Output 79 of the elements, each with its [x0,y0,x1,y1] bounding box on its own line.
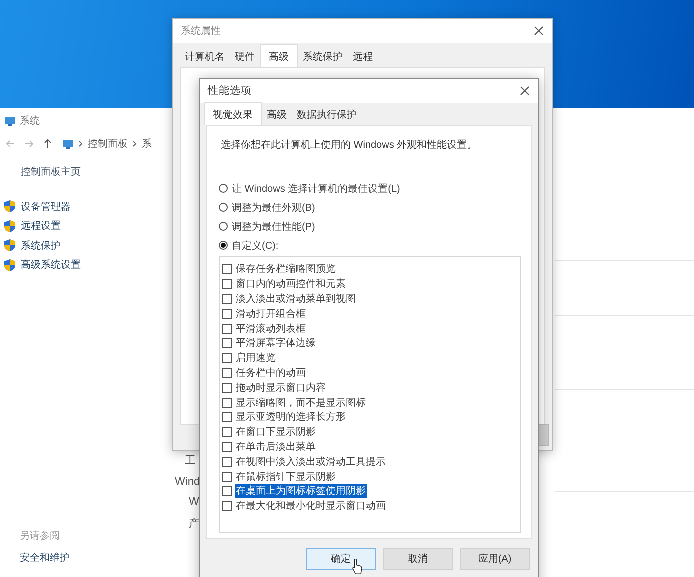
close-icon[interactable] [534,26,544,36]
tab[interactable]: 硬件 [230,47,260,67]
checkbox[interactable] [222,382,232,393]
section-heading: 另请参阅 [20,530,61,543]
checkbox[interactable] [222,427,232,438]
hand-cursor-icon [352,559,363,575]
shield-icon [4,200,16,214]
computer-icon [4,116,16,126]
checkbox-label[interactable]: 任务栏中的动画 [235,366,307,380]
checkbox-label[interactable]: 淡入淡出或滑动菜单到视图 [235,292,357,306]
checkbox-label[interactable]: 在最大化和最小化时显示窗口动画 [235,499,387,514]
tab[interactable]: 计算机名 [180,47,230,67]
computer-icon [62,138,74,150]
checkbox-label[interactable]: 保存任务栏缩略图预览 [235,262,337,276]
dialog-title: 性能选项 [208,84,252,98]
checkbox[interactable] [222,294,232,304]
sidebar-link[interactable]: 系统保护 [21,238,61,253]
checkbox[interactable] [222,338,232,348]
checkbox[interactable] [222,398,232,408]
tab[interactable]: 高级 [260,44,298,67]
checkbox-label[interactable]: 拖动时显示窗口内容 [235,380,327,395]
checkbox-label[interactable]: 在鼠标指针下显示阴影 [235,470,337,484]
checkbox[interactable] [222,442,232,452]
checkbox[interactable] [222,472,232,482]
radio-label[interactable]: 自定义(C): [232,238,279,252]
checkbox[interactable] [222,456,232,467]
window-title: 系统 [20,114,40,128]
checkbox[interactable] [222,486,232,496]
checkbox-label[interactable]: 在桌面上为图标标签使用阴影 [235,484,367,498]
chevron-icon [79,141,83,147]
radio-button[interactable] [219,241,228,250]
shield-icon [4,258,16,272]
partial-text: 产 [189,516,200,531]
chevron-icon [133,141,137,147]
tab[interactable]: 视觉效果 [204,102,262,125]
partial-text: 工 [185,454,196,468]
checkbox-label[interactable]: 窗口内的动画控件和元素 [235,277,347,292]
checkbox[interactable] [222,264,232,274]
checkbox[interactable] [222,501,232,512]
tab[interactable]: 数据执行保护 [292,105,362,125]
sidebar-link[interactable]: 远程设置 [21,219,61,234]
dialog-title: 系统属性 [181,24,221,38]
radio-button[interactable] [219,222,228,231]
breadcrumb-item[interactable]: 系 [142,137,152,151]
dialog-button[interactable]: 应用(A) [460,548,530,570]
tab[interactable]: 远程 [348,47,378,67]
checkbox-label[interactable]: 显示缩略图，而不是显示图标 [235,396,367,410]
shield-icon [4,239,16,252]
checkbox[interactable] [222,412,232,422]
radio-button[interactable] [219,203,228,212]
checkbox[interactable] [222,308,232,319]
up-arrow-icon[interactable] [44,139,52,149]
checkbox-label[interactable]: 在窗口下显示阴影 [235,425,317,440]
checkbox[interactable] [222,324,232,334]
checkbox-label[interactable]: 在视图中淡入淡出或滑动工具提示 [235,454,387,469]
checkbox-label[interactable]: 显示亚透明的选择长方形 [235,410,347,424]
checkbox[interactable] [222,353,232,364]
dialog-button[interactable]: 取消 [383,548,453,570]
close-icon[interactable] [520,86,530,96]
checkbox[interactable] [222,279,232,290]
description-text: 选择你想在此计算机上使用的 Windows 外观和性能设置。 [221,138,478,152]
tab[interactable]: 高级 [262,105,292,125]
checkbox-label[interactable]: 滑动打开组合框 [235,306,307,321]
sidebar-link[interactable]: 设备管理器 [21,200,71,214]
checkbox-label[interactable]: 启用速览 [235,351,277,366]
tab[interactable]: 系统保护 [298,47,348,67]
checkbox-label[interactable]: 平滑滚动列表框 [235,322,307,336]
partial-text: W [189,496,200,508]
radio-button[interactable] [219,184,228,193]
checkbox-label[interactable]: 平滑屏幕字体边缘 [235,336,317,350]
sidebar-link[interactable]: 高级系统设置 [21,258,81,272]
dialog-button[interactable]: 确定 [306,548,376,570]
radio-label[interactable]: 调整为最佳性能(P) [232,220,316,234]
checkbox[interactable] [222,368,232,378]
radio-label[interactable]: 让 Windows 选择计算机的最佳设置(L) [232,182,400,196]
checkbox-label[interactable]: 在单击后淡出菜单 [235,440,317,454]
radio-label[interactable]: 调整为最佳外观(B) [232,200,316,214]
breadcrumb-item[interactable]: 控制面板 [88,137,128,151]
shield-icon [4,220,16,233]
